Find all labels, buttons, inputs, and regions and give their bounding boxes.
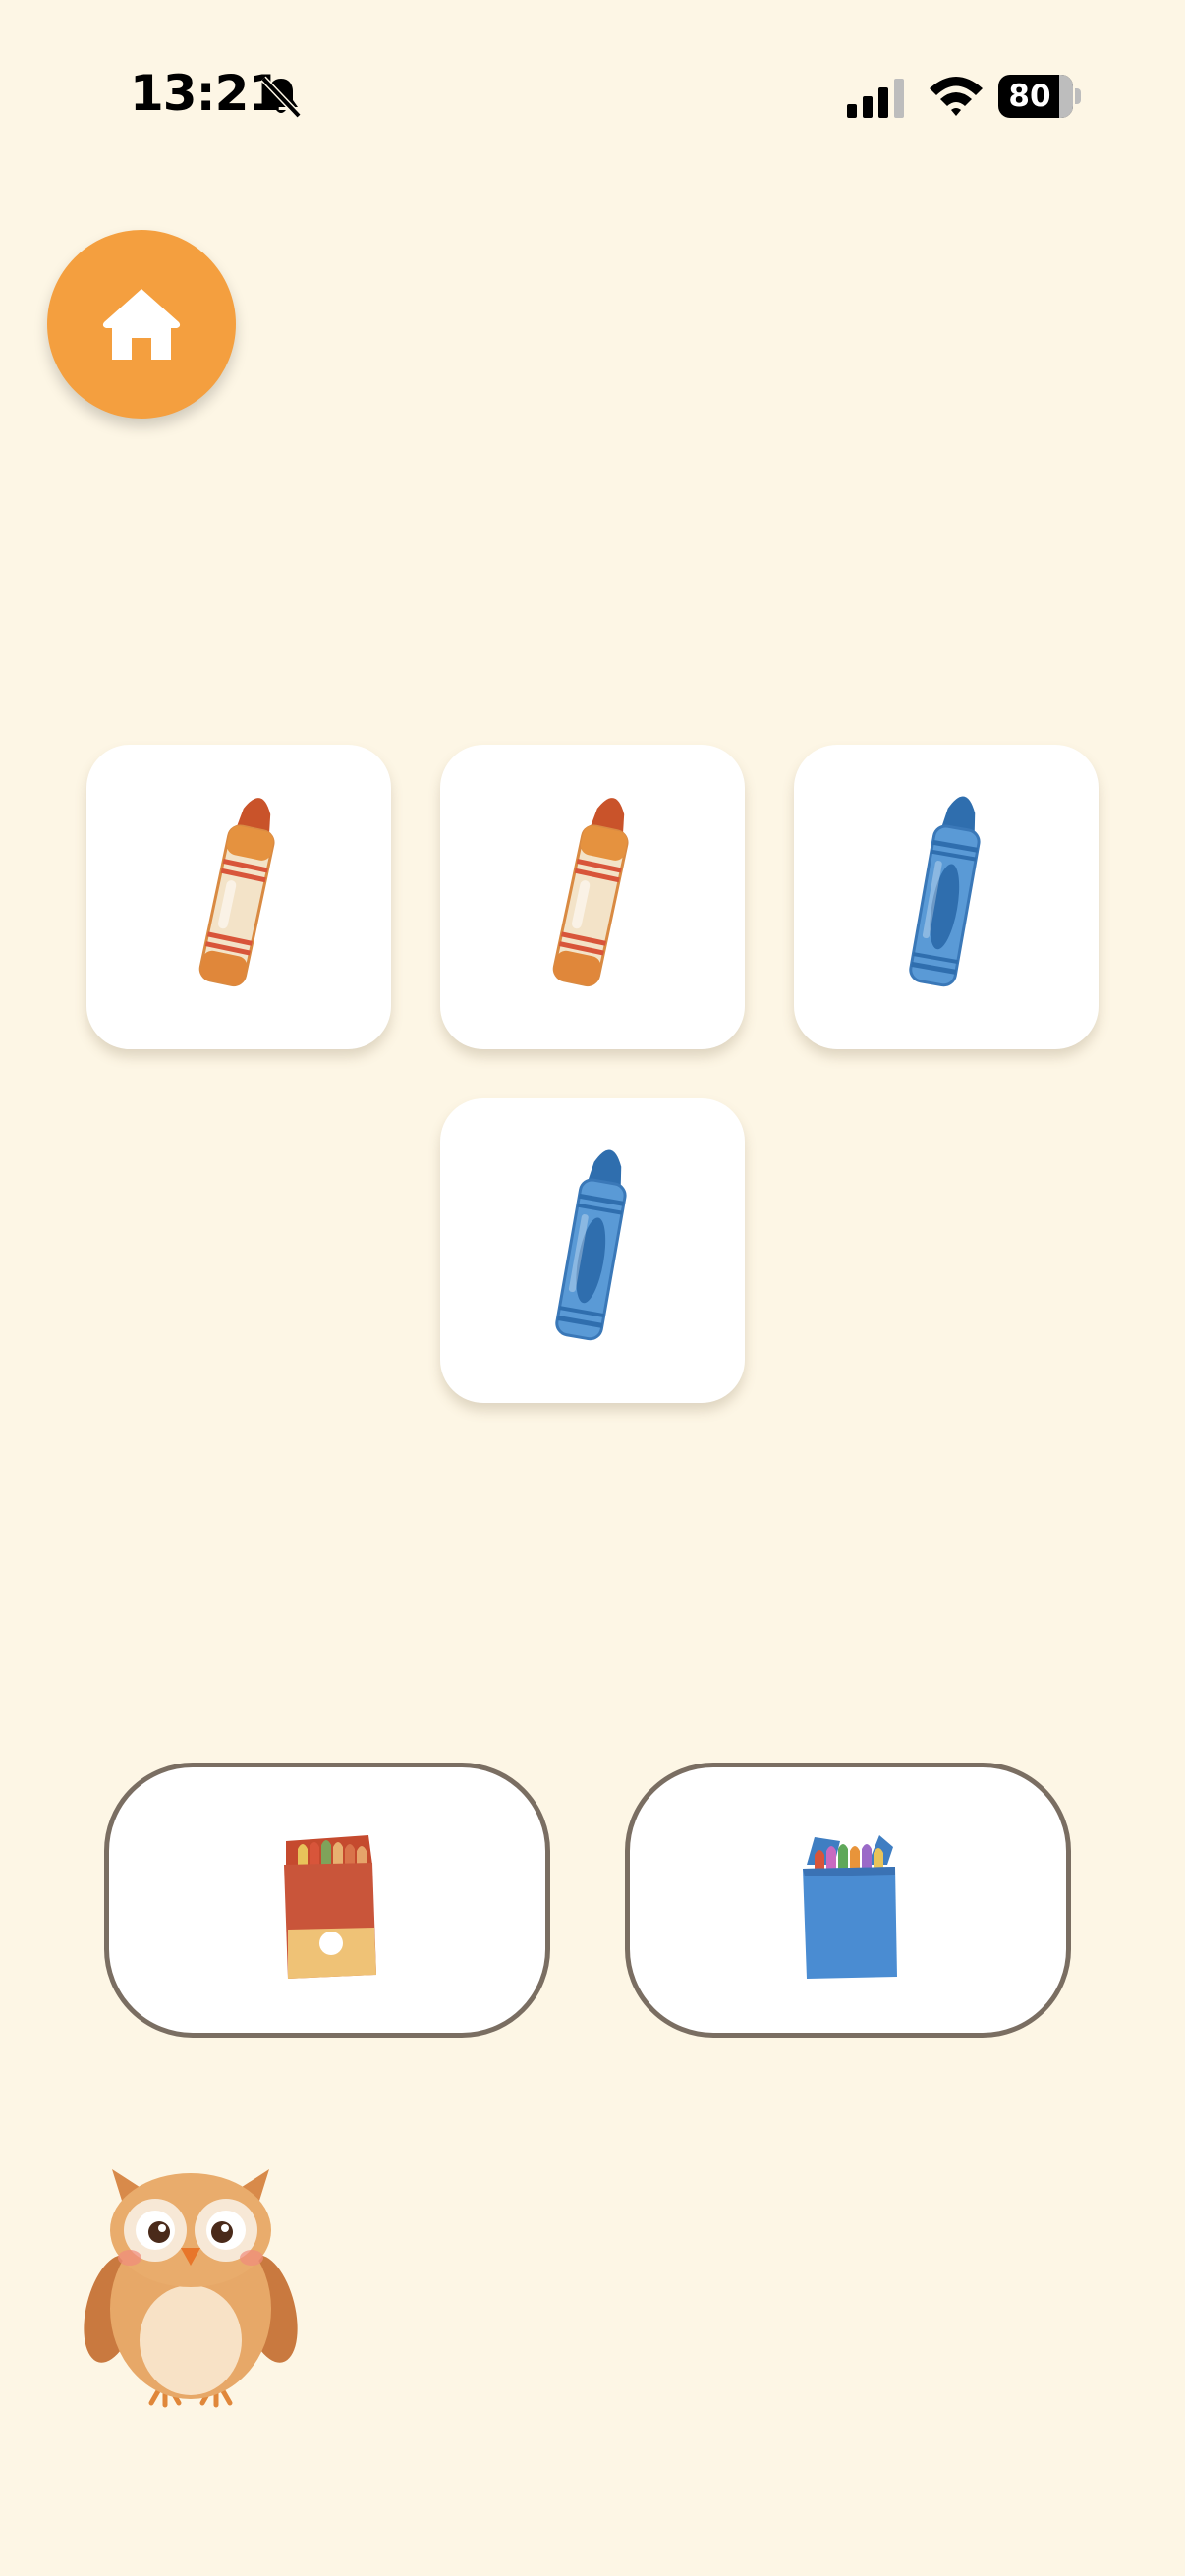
status-bar: 13:21 80 [0, 0, 1185, 196]
blue-crayon-icon [440, 1098, 745, 1403]
crayon-tile-orange[interactable] [86, 745, 391, 1049]
cellular-signal-icon [847, 79, 904, 118]
owl-mascot-icon [84, 2169, 298, 2408]
wifi-icon [930, 77, 983, 116]
blue-crayon-box-target[interactable] [625, 1763, 1071, 2038]
battery-icon: 80 [998, 75, 1081, 118]
battery-level: 80 [1008, 79, 1051, 114]
crayon-tile-blue[interactable] [440, 1098, 745, 1403]
crayon-tile-blue[interactable] [794, 745, 1099, 1049]
orange-crayon-icon [440, 745, 745, 1049]
crayon-tile-orange[interactable] [440, 745, 745, 1049]
orange-crayon-box-target[interactable] [104, 1763, 550, 2038]
bell-off-icon [260, 76, 302, 119]
orange-crayon-icon [86, 745, 391, 1049]
orange-crayon-box-icon [284, 1835, 376, 1979]
blue-crayon-box-icon [803, 1835, 897, 1979]
home-button[interactable] [47, 230, 236, 419]
home-icon [102, 289, 181, 360]
blue-crayon-icon [794, 745, 1099, 1049]
